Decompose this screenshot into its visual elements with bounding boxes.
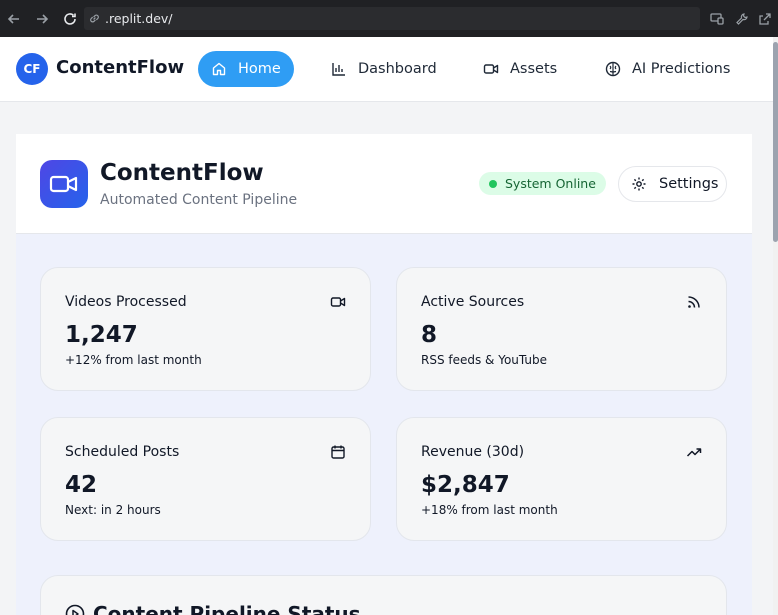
stat-label: Videos Processed: [65, 294, 187, 310]
app-video-icon: [40, 160, 88, 208]
calendar-icon: [330, 444, 346, 460]
stat-sub: Next: in 2 hours: [65, 503, 161, 517]
trending-up-icon: [686, 444, 702, 460]
reload-button[interactable]: [56, 0, 84, 37]
stat-card-sources: Active Sources 8 RSS feeds & YouTube: [396, 267, 727, 391]
arrow-left-icon: [7, 13, 19, 24]
pipeline-status-card: Content Pipeline Status: [40, 575, 727, 615]
status-text: System Online: [505, 176, 596, 191]
forward-button[interactable]: [28, 0, 56, 37]
nav-dashboard[interactable]: Dashboard: [330, 51, 437, 87]
stat-card-videos: Videos Processed 1,247 +12% from last mo…: [40, 267, 371, 391]
arrow-right-icon: [37, 13, 49, 24]
logo-badge[interactable]: CF: [16, 53, 48, 85]
status-dot-icon: [489, 179, 497, 188]
video-icon: [330, 294, 346, 310]
stat-label: Active Sources: [421, 294, 525, 310]
stat-sub: +18% from last month: [421, 503, 558, 517]
stat-sub: RSS feeds & YouTube: [421, 353, 548, 367]
nav-assets-label: Assets: [510, 61, 558, 77]
status-badge: System Online: [479, 172, 606, 195]
stat-value: 1,247: [65, 322, 138, 348]
url-text: .replit.dev/: [105, 11, 173, 26]
cast-button[interactable]: [706, 0, 728, 37]
stat-card-revenue: Revenue (30d) $2,847 +18% from last mont…: [396, 417, 727, 541]
page-title: ContentFlow: [100, 160, 264, 186]
address-bar[interactable]: .replit.dev/: [84, 7, 700, 30]
browser-toolbar: .replit.dev/: [0, 0, 778, 37]
settings-button[interactable]: Settings: [618, 166, 727, 202]
external-link-icon: [759, 12, 771, 25]
stat-card-scheduled: Scheduled Posts 42 Next: in 2 hours: [40, 417, 371, 541]
nav-assets[interactable]: Assets: [482, 51, 557, 87]
stat-value: 8: [421, 322, 438, 348]
wrench-icon: [736, 12, 748, 25]
nav-dashboard-label: Dashboard: [358, 61, 437, 77]
stat-value: 42: [65, 472, 98, 498]
open-external-button[interactable]: [754, 0, 776, 37]
gear-icon: [632, 177, 646, 191]
back-button[interactable]: [0, 0, 28, 37]
nav-ai-predictions-label: AI Predictions: [632, 61, 731, 77]
stat-label: Revenue (30d): [421, 444, 525, 460]
app-header: CF ContentFlow Home Dashboard Assets AI …: [0, 37, 773, 102]
home-icon: [210, 60, 228, 78]
play-circle-icon: [65, 604, 85, 615]
section-title: Content Pipeline Status: [93, 602, 361, 615]
hero-header: ContentFlow Automated Content Pipeline S…: [16, 134, 752, 234]
reload-icon: [64, 12, 76, 25]
settings-label: Settings: [659, 176, 719, 192]
video-icon: [482, 60, 500, 78]
brand-name[interactable]: ContentFlow: [56, 57, 184, 78]
bar-chart-icon: [330, 60, 348, 78]
stat-sub: +12% from last month: [65, 353, 202, 367]
stat-label: Scheduled Posts: [65, 444, 180, 460]
brain-icon: [604, 60, 622, 78]
devices-icon: [710, 12, 724, 25]
stat-value: $2,847: [421, 472, 510, 498]
scrollbar-thumb[interactable]: [773, 42, 778, 242]
nav-home-label: Home: [238, 61, 281, 77]
nav-ai-predictions[interactable]: AI Predictions: [604, 51, 730, 87]
nav-home[interactable]: Home: [198, 51, 294, 87]
rss-icon: [686, 294, 702, 310]
link-icon: [90, 14, 99, 23]
page-subtitle: Automated Content Pipeline: [100, 192, 298, 208]
devtools-button[interactable]: [731, 0, 753, 37]
